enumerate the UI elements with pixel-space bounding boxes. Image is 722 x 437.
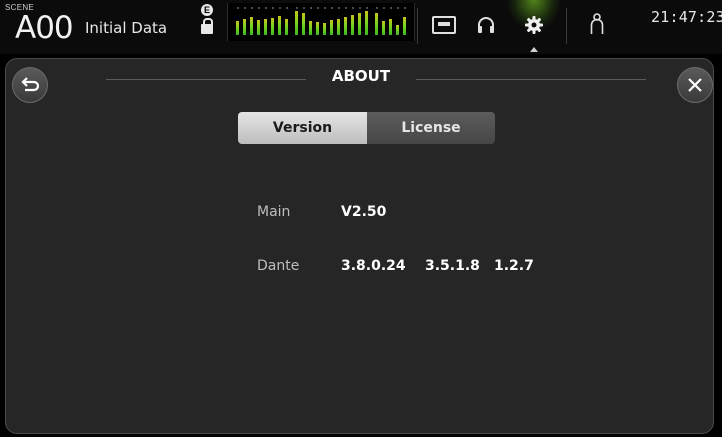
meter-bar: [278, 16, 281, 35]
dante-version-3: 1.2.7: [494, 258, 534, 274]
meter-bar: [323, 23, 326, 35]
meter-bar: [389, 19, 392, 35]
dante-version-1: 3.8.0.24: [341, 258, 406, 274]
meter-peak-dot: [286, 7, 288, 9]
meter-peak-dot: [331, 7, 333, 9]
meter-peak-dot: [390, 7, 392, 9]
meter-bar: [396, 25, 399, 35]
clock: 21:47:23: [651, 8, 722, 26]
tab-version[interactable]: Version: [238, 112, 367, 144]
meter-bar: [358, 13, 361, 35]
meter-peak-dot: [272, 7, 274, 9]
meter-peak-dot: [317, 7, 319, 9]
gear-icon[interactable]: [525, 16, 543, 34]
scene-number[interactable]: A00: [15, 11, 74, 45]
meter-bar: [243, 19, 246, 35]
main-version: V2.50: [341, 204, 387, 220]
meter-peak-dot: [324, 7, 326, 9]
dialog-title: ABOUT: [331, 67, 391, 85]
meter-peak-dot: [279, 7, 281, 9]
meter-bar: [403, 17, 406, 35]
divider: [566, 8, 567, 44]
meter-peak-dot: [296, 7, 298, 9]
meter-bar: [337, 19, 340, 35]
lock-icon[interactable]: E: [199, 4, 215, 40]
active-caret: [530, 47, 538, 52]
title-rule-left: [106, 79, 306, 80]
tab-bar: Version License: [238, 112, 495, 144]
meter-peak-dot: [310, 7, 312, 9]
meter-peak-dot: [359, 7, 361, 9]
meter-bar: [257, 20, 260, 35]
meter-bar: [382, 21, 385, 35]
meter-bar: [365, 11, 368, 35]
scene-name[interactable]: Initial Data: [85, 19, 167, 37]
meter-bar: [236, 21, 239, 35]
meter-peak-dot: [397, 7, 399, 9]
main-label: Main: [257, 204, 291, 220]
title-rule-right: [416, 79, 646, 80]
meter-bar: [316, 22, 319, 35]
meter-peak-dot: [383, 7, 385, 9]
meter-peak-dot: [258, 7, 260, 9]
tab-license[interactable]: License: [367, 112, 495, 144]
divider: [417, 8, 418, 44]
about-dialog: ABOUT Version License Main V2.50 Dante 3…: [5, 58, 714, 434]
headphone-icon[interactable]: [477, 16, 495, 34]
meter-peak-dot: [366, 7, 368, 9]
meter-peak-dot: [237, 7, 239, 9]
meter-peak-dot: [265, 7, 267, 9]
back-button[interactable]: [12, 67, 48, 103]
meter-peak-dot: [338, 7, 340, 9]
meter-bar: [375, 13, 378, 35]
meter-bar: [264, 19, 267, 35]
meter-peak-dot: [251, 7, 253, 9]
top-bar: SCENE A00 Initial Data E 21:47:23: [0, 0, 722, 54]
meter-bar: [250, 17, 253, 35]
close-icon: [688, 78, 702, 92]
meter-peak-dot: [376, 7, 378, 9]
meter-peak-dot: [345, 7, 347, 9]
dante-label: Dante: [257, 258, 300, 274]
meter-bar: [295, 11, 298, 35]
meter-bar: [344, 17, 347, 35]
meter-bar: [330, 20, 333, 35]
meter-bar: [271, 18, 274, 35]
lock-letter: E: [201, 4, 213, 16]
meter-bar: [351, 15, 354, 35]
meter-bar: [309, 21, 312, 35]
user-icon[interactable]: [590, 13, 604, 35]
cassette-icon[interactable]: [432, 16, 456, 34]
close-button[interactable]: [677, 67, 713, 103]
meter-peak-dot: [352, 7, 354, 9]
meter-peak-dot: [404, 7, 406, 9]
dante-version-2: 3.5.1.8: [425, 258, 480, 274]
level-meters[interactable]: [227, 3, 415, 41]
back-arrow-icon: [21, 77, 40, 92]
meter-bar: [302, 13, 305, 35]
meter-bar: [285, 19, 288, 35]
meter-peak-dot: [303, 7, 305, 9]
meter-peak-dot: [244, 7, 246, 9]
